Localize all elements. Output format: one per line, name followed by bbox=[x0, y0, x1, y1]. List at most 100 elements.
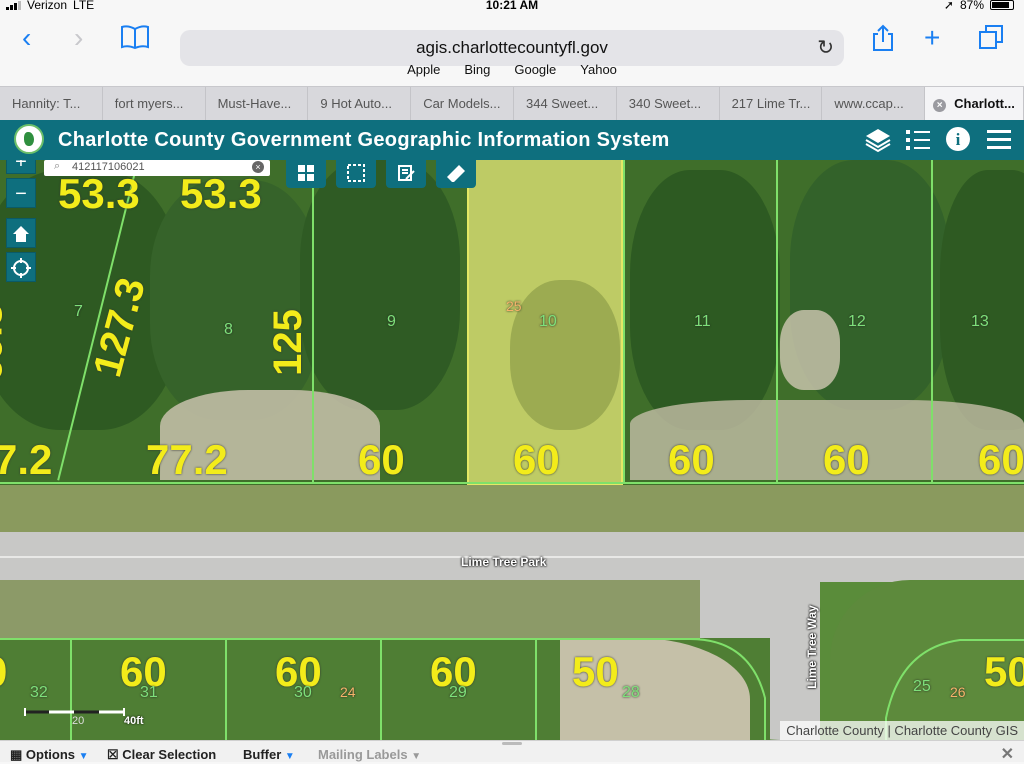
favorites-bar: Apple Bing Google Yahoo bbox=[0, 62, 1024, 82]
lot-number: 7 bbox=[74, 303, 83, 320]
crosshair-icon bbox=[11, 258, 31, 278]
grass-strip bbox=[0, 580, 820, 640]
close-tab-icon[interactable]: × bbox=[933, 99, 947, 112]
lot-number: 9 bbox=[387, 313, 396, 330]
select-area-button[interactable] bbox=[336, 160, 376, 188]
tab-label: Must-Have... bbox=[217, 96, 292, 111]
dimension-label: 50 bbox=[572, 648, 619, 695]
measure-button[interactable] bbox=[436, 160, 476, 188]
browser-tab[interactable]: × Charlott... bbox=[925, 87, 1024, 120]
bookmarks-icon[interactable] bbox=[120, 24, 150, 55]
scale-mid-label: 20 bbox=[72, 715, 85, 727]
clear-selection-button[interactable]: ☒ Clear Selection bbox=[107, 747, 216, 763]
drag-handle[interactable] bbox=[502, 742, 522, 745]
browser-tab[interactable]: 340 Sweet... bbox=[617, 87, 720, 120]
lot-number: 31 bbox=[140, 684, 158, 701]
chevron-down-icon: ▼ bbox=[284, 751, 295, 762]
lot-line bbox=[623, 160, 625, 484]
location-icon: ➚ bbox=[943, 0, 954, 12]
chevron-down-icon: ▼ bbox=[78, 751, 89, 762]
dimension-label: 69.8 bbox=[0, 303, 11, 382]
frontage-label: 7.2 bbox=[0, 436, 53, 483]
tab-label: fort myers... bbox=[114, 96, 184, 111]
lot-number: 30 bbox=[294, 684, 312, 701]
road-name-label: Lime Tree Park bbox=[461, 555, 547, 569]
tab-label: 217 Lime Tr... bbox=[731, 96, 811, 111]
status-bar: Verizon LTE 10:21 AM ➚ 87% bbox=[0, 0, 1024, 12]
browser-tab[interactable]: 344 Sweet... bbox=[514, 87, 617, 120]
house-number: 24 bbox=[340, 684, 356, 700]
lot-line bbox=[312, 160, 314, 484]
favorite-link[interactable]: Apple bbox=[407, 62, 440, 82]
options-menu[interactable]: ▦ Options ▼ bbox=[10, 747, 89, 763]
buffer-menu[interactable]: Buffer ▼ bbox=[243, 747, 295, 762]
back-icon[interactable]: ‹ bbox=[22, 24, 31, 52]
map-view[interactable]: 53.3 53.3 127.3 125 69.8 7.2 77.2 60 60 … bbox=[0, 160, 1024, 740]
zoom-out-button[interactable]: − bbox=[6, 178, 36, 208]
favorite-link[interactable]: Yahoo bbox=[580, 62, 617, 82]
lot-line bbox=[380, 638, 382, 740]
dimension-label: 53.3 bbox=[58, 170, 140, 217]
lot-number: 11 bbox=[694, 313, 711, 330]
clear-selection-label: Clear Selection bbox=[122, 747, 217, 762]
url-text: agis.charlottecountyfl.gov bbox=[416, 38, 608, 57]
scale-label: 40ft bbox=[124, 715, 144, 727]
browser-tab[interactable]: Must-Have... bbox=[206, 87, 309, 120]
new-tab-icon[interactable]: + bbox=[924, 24, 940, 52]
sand-patch bbox=[780, 310, 840, 390]
legend-list-icon[interactable] bbox=[904, 126, 932, 161]
tree-canopy bbox=[300, 160, 460, 410]
clear-search-icon[interactable]: × bbox=[252, 161, 264, 173]
lot-line bbox=[776, 160, 778, 484]
options-label: Options bbox=[25, 747, 76, 762]
ruler-icon bbox=[447, 165, 465, 183]
browser-tab[interactable]: Car Models... bbox=[411, 87, 514, 120]
browser-tab[interactable]: Hannity: T... bbox=[0, 87, 103, 120]
mailing-labels-menu[interactable]: Mailing Labels ▼ bbox=[318, 747, 421, 762]
close-panel-icon[interactable]: ✕ bbox=[1001, 744, 1014, 764]
layers-icon[interactable] bbox=[864, 126, 892, 161]
frontage-label: 60 bbox=[668, 436, 715, 483]
favorite-link[interactable]: Bing bbox=[464, 62, 490, 82]
close-box-icon: ☒ bbox=[107, 747, 119, 762]
lot-number: 12 bbox=[848, 313, 866, 330]
browser-tab[interactable]: 217 Lime Tr... bbox=[720, 87, 823, 120]
reload-icon[interactable]: ↻ bbox=[817, 30, 834, 66]
address-bar[interactable]: agis.charlottecountyfl.gov ↻ bbox=[180, 30, 844, 66]
tab-label: www.ccap... bbox=[834, 96, 904, 111]
gis-header: Charlotte County Government Geographic I… bbox=[0, 120, 1024, 160]
lot-line bbox=[931, 160, 933, 484]
home-button[interactable] bbox=[6, 218, 36, 248]
buffer-label: Buffer bbox=[243, 747, 282, 762]
home-icon bbox=[13, 226, 29, 242]
favorite-link[interactable]: Google bbox=[514, 62, 556, 82]
battery-percent: 87% bbox=[959, 0, 984, 12]
mailing-labels-label: Mailing Labels bbox=[318, 747, 408, 762]
dimension-label: 53.3 bbox=[180, 170, 262, 217]
tab-label: Charlott... bbox=[954, 96, 1015, 111]
lot-number: 13 bbox=[971, 313, 989, 330]
basemap-grid-button[interactable] bbox=[286, 160, 326, 188]
browser-tab[interactable]: 9 Hot Auto... bbox=[308, 87, 412, 120]
zoom-in-button[interactable]: + bbox=[6, 160, 36, 174]
battery-icon bbox=[990, 0, 1014, 10]
tab-label: Car Models... bbox=[423, 96, 501, 111]
svg-text:i: i bbox=[956, 130, 961, 149]
parcel-search-input[interactable]: ⌕ 412117106021 × bbox=[44, 160, 270, 176]
bottom-toolbar: ▦ Options ▼ ☒ Clear Selection Buffer ▼ M… bbox=[0, 740, 1024, 764]
frontage-label: 77.2 bbox=[146, 436, 228, 483]
browser-tab[interactable]: www.ccap... bbox=[822, 87, 926, 120]
info-icon[interactable]: i bbox=[944, 125, 972, 160]
edit-notes-button[interactable] bbox=[386, 160, 426, 188]
locate-button[interactable] bbox=[6, 252, 36, 282]
lot-line bbox=[0, 638, 700, 640]
tab-label: 9 Hot Auto... bbox=[320, 96, 392, 111]
tabs-overview-icon[interactable] bbox=[978, 24, 1004, 55]
tree-canopy bbox=[940, 170, 1024, 430]
share-icon[interactable] bbox=[872, 24, 894, 57]
lot-line-curve bbox=[690, 638, 766, 740]
forward-icon[interactable]: › bbox=[74, 24, 83, 52]
menu-icon[interactable] bbox=[985, 126, 1013, 161]
map-attribution: Charlotte County | Charlotte County GIS bbox=[780, 721, 1024, 740]
browser-tab[interactable]: fort myers... bbox=[103, 87, 206, 120]
